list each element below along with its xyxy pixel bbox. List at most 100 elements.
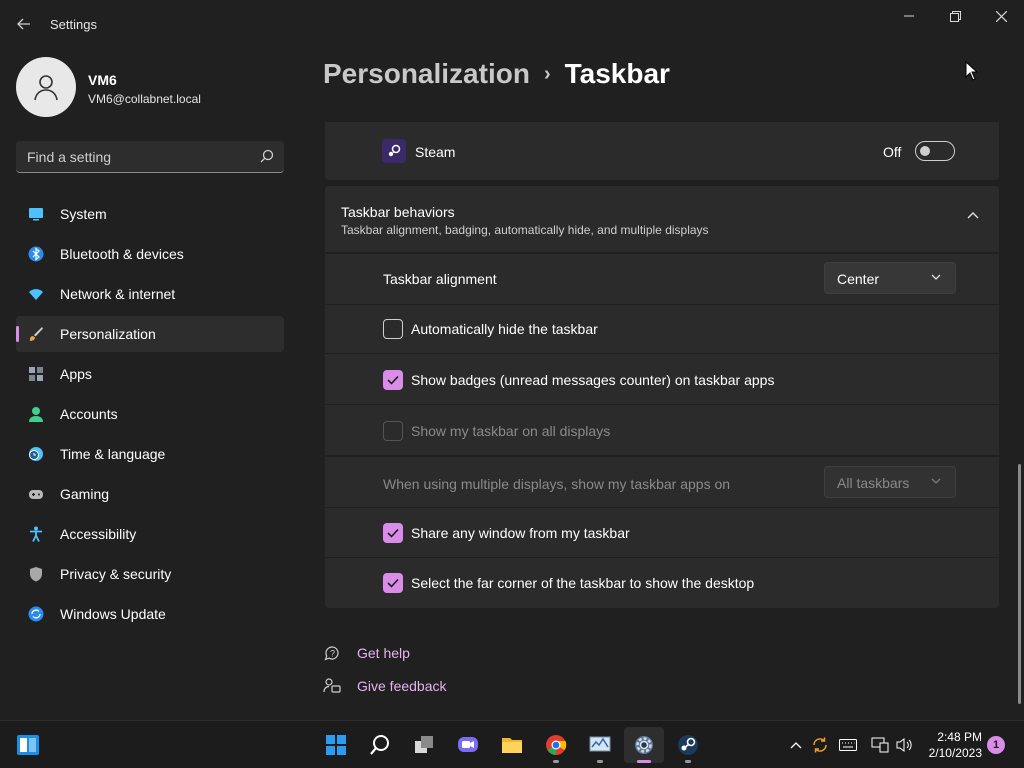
chrome-icon <box>546 735 567 755</box>
steam-toggle[interactable] <box>915 141 955 161</box>
all-displays-row: Show my taskbar on all displays <box>325 405 999 455</box>
autohide-row: Automatically hide the taskbar <box>325 305 999 353</box>
badges-checkbox[interactable] <box>383 370 403 390</box>
sidebar-item-label: Privacy & security <box>60 566 172 582</box>
checkmark-icon <box>387 578 399 588</box>
search-placeholder: Find a setting <box>27 149 112 165</box>
widgets-button[interactable] <box>8 727 48 763</box>
steam-icon <box>382 139 406 163</box>
help-icon: ? <box>324 646 339 661</box>
tray-overflow-icon[interactable] <box>786 735 806 755</box>
taskbar-task-view-button[interactable] <box>404 727 444 763</box>
clock-date: 2/10/2023 <box>928 746 982 760</box>
chevron-down-icon <box>931 274 941 280</box>
network-icon[interactable] <box>870 735 890 755</box>
sync-icon[interactable] <box>810 735 830 755</box>
sidebar-item-bluetooth-devices[interactable]: Bluetooth & devices <box>16 236 284 272</box>
brush-icon <box>30 327 43 341</box>
autohide-checkbox[interactable] <box>383 319 403 339</box>
taskbar-chrome-button[interactable] <box>536 727 576 763</box>
sidebar-item-gaming[interactable]: Gaming <box>16 476 284 512</box>
breadcrumb: Personalization › Taskbar <box>323 58 670 90</box>
share-window-checkbox[interactable] <box>383 523 403 543</box>
monitor-icon <box>589 736 611 752</box>
sidebar-item-windows-update[interactable]: Windows Update <box>16 596 284 632</box>
running-indicator <box>553 760 559 763</box>
restore-button[interactable] <box>932 0 978 32</box>
back-arrow-icon <box>17 18 30 30</box>
sidebar-item-accessibility[interactable]: Accessibility <box>16 516 284 552</box>
sidebar-nav: System Bluetooth & devices Network & inter… <box>16 196 284 636</box>
clock-time: 2:48 PM <box>937 730 982 744</box>
multi-display-value: All taskbars <box>837 475 910 491</box>
keyboard-icon[interactable] <box>838 735 858 755</box>
volume-icon[interactable] <box>894 735 914 755</box>
sidebar-item-time-language[interactable]: Time & language <box>16 436 284 472</box>
taskbar-file-explorer-button[interactable] <box>492 727 532 763</box>
taskbar-start-button[interactable] <box>316 727 356 763</box>
all-displays-label: Show my taskbar on all displays <box>411 423 611 439</box>
taskbar-steam-button[interactable] <box>668 727 708 763</box>
taskbar-settings-button[interactable] <box>624 727 664 763</box>
taskbar-chat-button[interactable] <box>448 727 488 763</box>
scrollbar[interactable] <box>1018 464 1021 704</box>
alignment-dropdown[interactable]: Center <box>824 262 956 294</box>
sidebar-item-system[interactable]: System <box>16 196 284 232</box>
breadcrumb-parent[interactable]: Personalization <box>323 58 530 89</box>
sidebar-item-label: Windows Update <box>60 606 166 622</box>
chevron-up-icon[interactable] <box>967 211 979 219</box>
page-title: Taskbar <box>564 58 670 89</box>
person-icon <box>29 407 43 422</box>
gear-icon <box>635 736 653 754</box>
far-corner-checkbox[interactable] <box>383 573 403 593</box>
badges-label: Show badges (unread messages counter) on… <box>411 372 775 388</box>
sidebar-item-privacy-security[interactable]: Privacy & security <box>16 556 284 592</box>
sidebar-item-accounts[interactable]: Accounts <box>16 396 284 432</box>
toggle-knob <box>920 146 930 156</box>
chat-icon <box>458 737 478 752</box>
sidebar-item-label: System <box>60 206 107 222</box>
taskbar-search-button[interactable] <box>360 727 400 763</box>
taskbar: 2:48 PM 2/10/2023 1 <box>0 720 1024 768</box>
back-button[interactable] <box>12 12 36 36</box>
close-icon <box>995 10 1007 22</box>
alignment-label: Taskbar alignment <box>383 271 497 287</box>
all-displays-checkbox[interactable] <box>383 421 403 441</box>
user-profile[interactable]: VM6 VM6@collabnet.local <box>16 57 284 117</box>
give-feedback-link[interactable]: Give feedback <box>323 675 463 697</box>
sidebar-item-network-internet[interactable]: Network & internet <box>16 276 284 312</box>
person-icon <box>34 75 58 101</box>
share-window-label: Share any window from my taskbar <box>411 525 630 541</box>
alignment-value: Center <box>837 271 880 287</box>
section-title: Taskbar behaviors <box>341 204 455 220</box>
running-indicator <box>685 760 691 763</box>
profile-name: VM6 <box>88 72 117 88</box>
multi-display-dropdown[interactable]: All taskbars <box>824 466 956 498</box>
close-button[interactable] <box>978 0 1024 32</box>
update-icon <box>28 606 44 622</box>
chevron-down-icon <box>931 478 941 484</box>
get-help-link[interactable]: ? Get help <box>323 642 443 664</box>
minimize-button[interactable] <box>886 0 932 32</box>
gamepad-icon <box>29 490 43 499</box>
running-indicator <box>597 760 603 763</box>
notification-badge[interactable]: 1 <box>987 736 1005 754</box>
sidebar-item-apps[interactable]: Apps <box>16 356 284 392</box>
toggle-state-label: Off <box>883 144 902 160</box>
windows-logo-icon <box>326 735 346 755</box>
taskbar-clock[interactable]: 2:48 PM 2/10/2023 <box>920 729 982 761</box>
far-corner-row: Select the far corner of the taskbar to … <box>325 558 999 608</box>
search-input[interactable]: Find a setting <box>16 141 284 173</box>
svg-text:?: ? <box>330 649 335 659</box>
taskbar-resource-monitor-button[interactable] <box>580 727 620 763</box>
steam-label: Steam <box>415 144 456 160</box>
sidebar-item-label: Gaming <box>60 486 110 502</box>
badges-row: Show badges (unread messages counter) on… <box>325 354 999 404</box>
restore-icon <box>949 10 961 22</box>
sidebar-item-personalization[interactable]: Personalization <box>16 316 284 352</box>
steam-row: Steam Off <box>325 122 999 180</box>
sidebar-item-label: Accounts <box>60 406 118 422</box>
autohide-label: Automatically hide the taskbar <box>411 321 598 337</box>
sidebar-item-label: Apps <box>60 366 92 382</box>
taskbar-behaviors-header[interactable]: Taskbar behaviors Taskbar alignment, bad… <box>325 186 999 252</box>
